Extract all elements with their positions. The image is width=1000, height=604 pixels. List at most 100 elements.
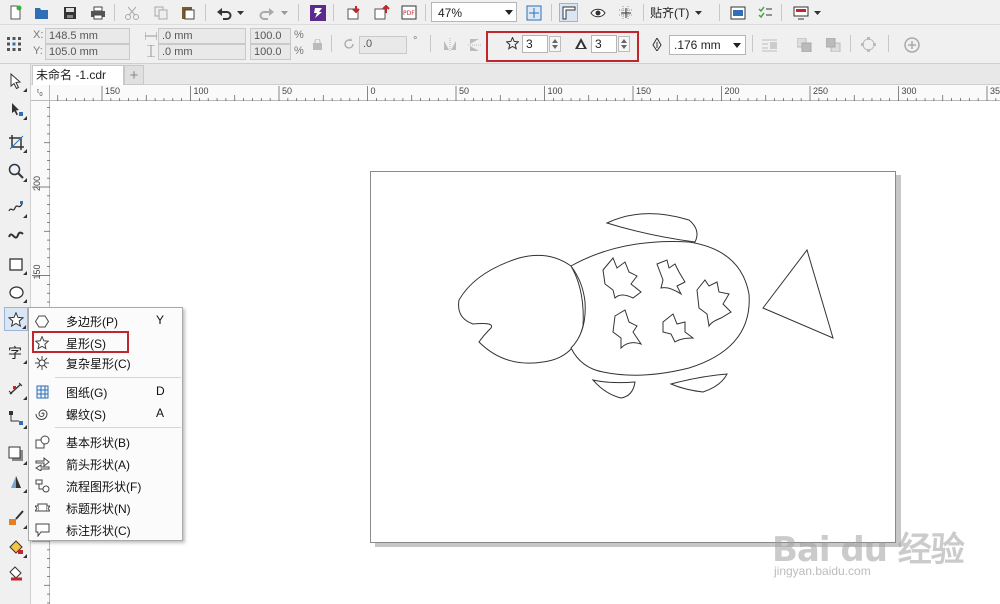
star-sharpness-spinner[interactable] (618, 36, 630, 52)
parallel-dimension-tool-icon[interactable] (4, 377, 28, 401)
zoom-to-page-icon[interactable] (524, 3, 543, 22)
shape-tool-icon[interactable] (4, 97, 28, 121)
convert-to-curves-icon[interactable] (859, 35, 878, 54)
document-tab[interactable]: 未命名 -1.cdr (32, 65, 124, 85)
document-tab-bar: 未命名 -1.cdr + (31, 64, 1000, 85)
launcher-icon[interactable] (791, 3, 810, 22)
interactive-fill-tool-icon[interactable] (4, 535, 28, 559)
save-icon[interactable] (60, 3, 79, 22)
menu-item-arrow-shapes[interactable]: 箭头形状(A) (30, 453, 181, 474)
new-tab-button[interactable]: + (124, 65, 144, 85)
publish-pdf-icon[interactable]: PDF (399, 3, 418, 22)
view-toggle-icon[interactable] (588, 3, 607, 22)
snap-to-menu[interactable]: 贴齐(T) (650, 3, 703, 22)
add-preset-icon[interactable] (902, 35, 921, 54)
horizontal-ruler-ticks: 150 100 50 0 50 100 150 200 250 300 350 (57, 86, 1000, 101)
x-position-field[interactable]: 148.5 mm (45, 28, 130, 44)
scale-x-field[interactable]: 100.0 (250, 28, 291, 44)
export-icon[interactable] (372, 3, 391, 22)
eyedropper-tool-icon[interactable] (4, 506, 28, 530)
paste-icon[interactable] (178, 3, 197, 22)
ruler-label: 150 (636, 86, 651, 96)
drop-shadow-tool-icon[interactable] (4, 442, 28, 466)
ruler-label: 350 (990, 86, 1000, 96)
menu-item-basic-shapes[interactable]: 基本形状(B) (30, 431, 181, 452)
fish-bottom-fin-left (591, 379, 636, 399)
outline-width-value: .176 mm (674, 38, 721, 52)
graph-paper-icon (34, 384, 50, 400)
cut-icon[interactable] (122, 3, 141, 22)
star-sharpness-icon (575, 38, 587, 52)
options-icon[interactable] (728, 3, 747, 22)
object-origin-icon[interactable] (4, 34, 23, 53)
arrow-shapes-icon (34, 456, 50, 472)
mirror-vertical-icon[interactable] (465, 35, 484, 54)
transparency-tool-icon[interactable] (4, 470, 28, 494)
ruler-label: 300 (902, 86, 917, 96)
launcher-dropdown-icon[interactable] (813, 3, 822, 22)
undo-icon[interactable] (214, 3, 233, 22)
rotation-angle-field[interactable]: .0 (359, 36, 407, 54)
text-tool-icon[interactable]: 字 (4, 341, 28, 365)
checklist-icon[interactable] (755, 3, 774, 22)
ellipse-tool-icon[interactable] (4, 280, 28, 304)
to-back-icon[interactable] (824, 35, 843, 54)
rectangle-tool-icon[interactable] (4, 252, 28, 276)
redo-icon[interactable] (257, 3, 276, 22)
ruler-origin-corner[interactable]: ᵗ₀ (31, 85, 50, 101)
polygon-tool-icon[interactable] (4, 307, 28, 331)
print-icon[interactable] (88, 3, 107, 22)
menu-item-polygon[interactable]: 多边形(P) Y (30, 310, 181, 331)
ruler-label: 200 (725, 86, 740, 96)
menu-item-complex-star[interactable]: 复杂星形(C) (30, 352, 181, 373)
text-wrap-icon[interactable] (760, 35, 779, 54)
crop-tool-icon[interactable] (4, 130, 28, 154)
undo-dropdown-icon[interactable] (236, 3, 245, 22)
menu-item-label: 螺纹(S) (66, 408, 106, 422)
star-points-spinner[interactable] (549, 36, 561, 52)
new-document-icon[interactable] (6, 3, 25, 22)
ruler-label: 0 (371, 86, 376, 96)
smart-fill-tool-icon[interactable] (4, 562, 28, 586)
banner-shapes-icon (34, 500, 50, 516)
star-item-highlight (32, 331, 129, 353)
outline-width-select[interactable]: .176 mm (669, 35, 746, 55)
ruler-label: 100 (548, 86, 563, 96)
redo-dropdown-icon[interactable] (280, 3, 289, 22)
menu-item-shortcut: A (156, 406, 165, 420)
star-points-input[interactable]: 3 (522, 35, 548, 53)
freehand-tool-icon[interactable] (4, 195, 28, 219)
pick-tool-icon[interactable] (4, 69, 28, 93)
width-field[interactable]: .0 mm (158, 28, 246, 44)
menu-item-banner-shapes[interactable]: 标题形状(N) (30, 497, 181, 518)
snap-to-label: 贴齐(T) (650, 6, 690, 20)
flowchart-shapes-icon (34, 478, 50, 494)
copy-icon[interactable] (151, 3, 170, 22)
menu-item-flowchart-shapes[interactable]: 流程图形状(F) (30, 475, 181, 496)
height-field[interactable]: .0 mm (158, 44, 246, 60)
zoom-level-select[interactable]: 47% (431, 2, 517, 22)
search-content-icon[interactable] (308, 3, 327, 22)
fish-drawing[interactable] (371, 172, 897, 544)
zoom-tool-icon[interactable] (4, 159, 28, 183)
artistic-media-tool-icon[interactable] (4, 223, 28, 247)
to-front-icon[interactable] (795, 35, 814, 54)
height-icon (146, 44, 156, 60)
drawing-page[interactable] (370, 171, 896, 543)
menu-item-graph-paper[interactable]: 图纸(G) D (30, 381, 181, 402)
y-position-field[interactable]: 105.0 mm (45, 44, 130, 60)
open-folder-icon[interactable] (32, 3, 51, 22)
grid-toggle-icon[interactable] (616, 3, 635, 22)
watermark-url: jingyan.baidu.com (774, 564, 871, 578)
zoom-level-value: 47% (438, 6, 463, 20)
rulers-toggle-icon[interactable] (559, 3, 578, 22)
import-icon[interactable] (345, 3, 364, 22)
connector-tool-icon[interactable] (4, 406, 28, 430)
menu-item-callout-shapes[interactable]: 标注形状(C) (30, 519, 181, 540)
lock-ratio-icon[interactable] (313, 38, 322, 53)
mirror-horizontal-icon[interactable] (440, 35, 459, 54)
star-sharpness-input[interactable]: 3 (591, 35, 617, 53)
menu-item-spiral[interactable]: 螺纹(S) A (30, 403, 181, 424)
horizontal-ruler[interactable]: 150 100 50 0 50 100 150 200 250 300 350 (50, 85, 1000, 101)
scale-y-field[interactable]: 100.0 (250, 44, 291, 60)
